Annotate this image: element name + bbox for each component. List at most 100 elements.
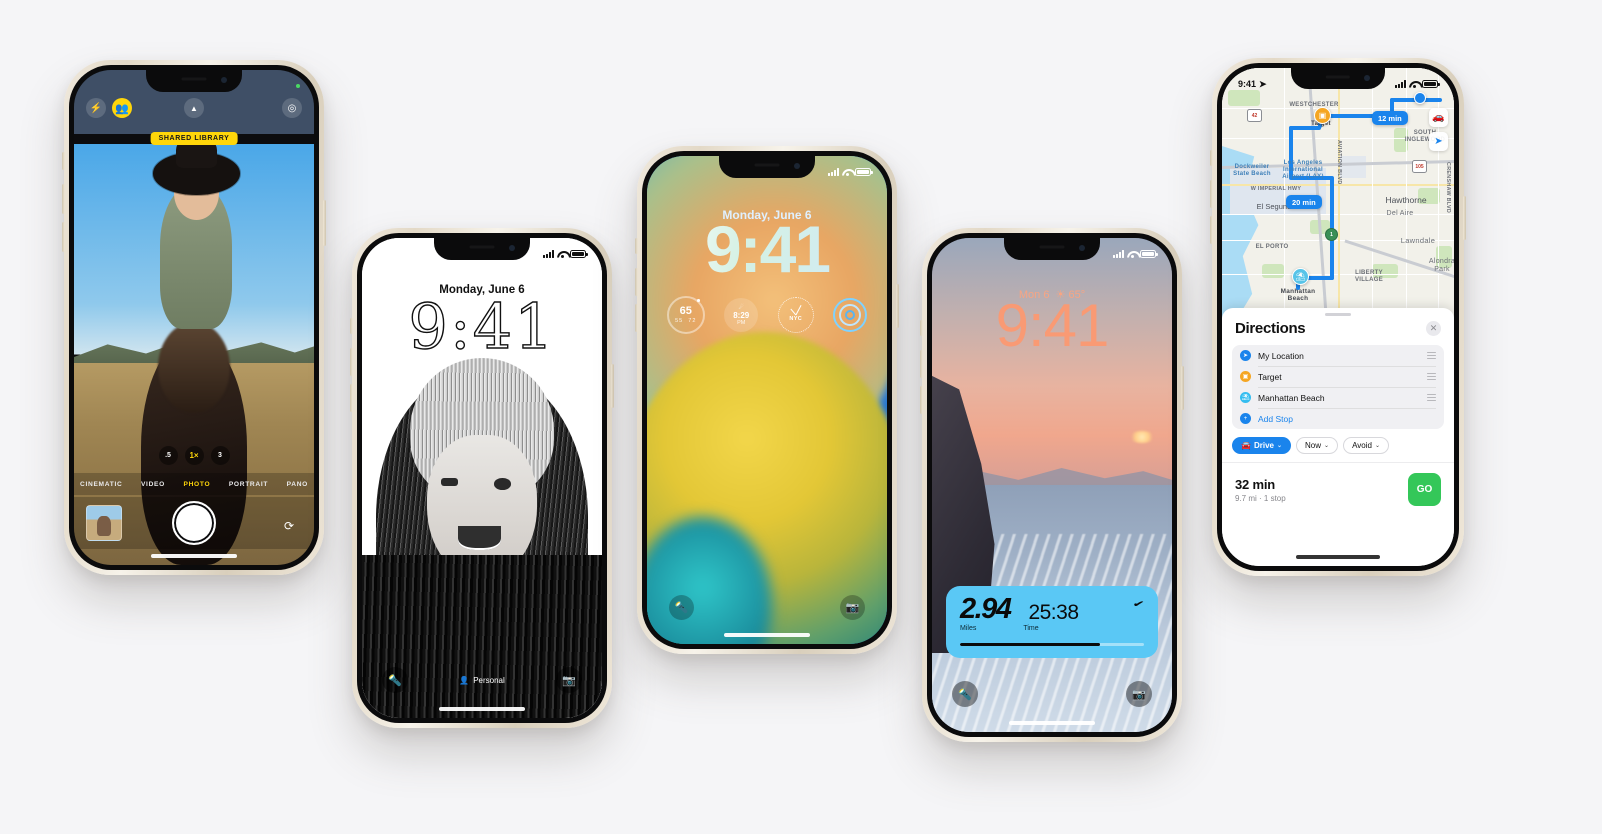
focus-status[interactable]: 👤 Personal (459, 676, 505, 685)
iphone-lockscreen-bw-device: Monday, June 6 9:41 🔦 👤 Personal 📷 (350, 228, 614, 728)
close-icon[interactable]: ✕ (1426, 321, 1441, 336)
flashlight-icon[interactable]: 🔦 (669, 594, 694, 620)
mode-portrait[interactable]: PORTRAIT (229, 481, 268, 488)
chip-label: Now (1305, 441, 1322, 450)
mode-photo[interactable]: PHOTO (183, 481, 210, 488)
world-clock-widget[interactable]: NYC (777, 297, 814, 333)
add-stop-row[interactable]: + Add Stop (1232, 408, 1444, 429)
home-indicator[interactable] (724, 633, 810, 637)
shutter-button[interactable] (172, 501, 216, 545)
eta-pill-12min[interactable]: 12 min (1372, 111, 1408, 125)
eta-pill-20min[interactable]: 20 min (1286, 195, 1322, 209)
volume-down-button[interactable] (62, 222, 65, 252)
location-arrow-icon: ➤ (1259, 78, 1267, 89)
route-duration: 32 min (1235, 476, 1275, 492)
map-label-liberty-village: LIBERTY VILLAGE (1354, 270, 1384, 283)
volume-up-button[interactable] (1210, 180, 1213, 208)
sun (1129, 430, 1156, 443)
filter-chips: 🚘 Drive ⌄ Now ⌄ Avoid ⌄ (1222, 429, 1454, 462)
volume-up-button[interactable] (920, 350, 923, 378)
stop-row-target[interactable]: ▣ Target (1232, 366, 1444, 387)
live-photo-icon[interactable]: ◎ (282, 98, 302, 118)
front-camera-icon (1363, 74, 1370, 81)
earpiece-speaker (469, 245, 495, 249)
side-button[interactable] (896, 284, 899, 328)
target-pin[interactable]: ▣ (1314, 107, 1331, 124)
notch (1004, 238, 1100, 260)
activity-rings-widget[interactable] (833, 298, 868, 332)
camera-icon[interactable]: 📷 (840, 594, 865, 620)
volume-down-button[interactable] (920, 386, 923, 414)
sunset-widget[interactable]: ☄ 8:29 PM (724, 298, 759, 332)
zoom-option-1[interactable]: 1× (184, 446, 204, 465)
drag-handle-icon[interactable] (1427, 394, 1436, 401)
go-button[interactable]: GO (1408, 473, 1441, 506)
lock-time: 9:41 (647, 216, 887, 282)
side-button[interactable] (1463, 196, 1466, 240)
camera-icon[interactable]: 📷 (1126, 681, 1152, 707)
sun-dot-icon (697, 299, 700, 302)
volume-down-button[interactable] (635, 304, 638, 332)
nike-run-club-widget[interactable]: ✔ 2.94 25:38 Miles Time (946, 586, 1158, 658)
sheet-grabber[interactable] (1325, 313, 1351, 316)
mute-switch[interactable] (1210, 150, 1213, 166)
traffic-icon[interactable]: 🚗 (1429, 108, 1448, 127)
mode-cinematic[interactable]: CINEMATIC (80, 481, 122, 488)
world-clock-label: NYC (789, 315, 803, 322)
iphone-lockscreen-widgets-device: Monday, June 6 9:41 65 55 72 ☄ 8:29 PM N… (635, 146, 899, 654)
map-label-westchester: WESTCHESTER (1289, 102, 1339, 108)
volume-up-button[interactable] (635, 268, 638, 296)
signal-icon (543, 250, 554, 258)
shared-library-icon[interactable]: 👥 (112, 98, 132, 118)
chevron-up-icon[interactable]: ▲ (184, 98, 204, 118)
iphone-lockscreen-nike-device: Mon 6 ☀ 65° 9:41 ✔ 2.94 25:38 Miles Time… (920, 228, 1184, 742)
zoom-selector[interactable]: .5 1× 3 (74, 446, 314, 465)
chip-now[interactable]: Now ⌄ (1296, 437, 1339, 454)
camera-screen: ⚡ 👥 ▲ ◎ SHARED LIBRARY .5 1× 3 CINEMATIC… (74, 70, 314, 565)
chip-avoid[interactable]: Avoid ⌄ (1343, 437, 1389, 454)
home-indicator[interactable] (1296, 555, 1380, 559)
drag-handle-icon[interactable] (1427, 373, 1436, 380)
manhattan-beach-pin[interactable]: ⛱ (1292, 268, 1309, 285)
mute-switch[interactable] (920, 320, 923, 336)
volume-down-button[interactable] (350, 384, 353, 412)
flashlight-icon[interactable]: 🔦 (382, 667, 408, 693)
flash-icon[interactable]: ⚡ (86, 98, 106, 118)
volume-down-button[interactable] (1210, 216, 1213, 244)
notch (434, 238, 530, 260)
wifi-icon (1409, 80, 1419, 88)
flashlight-icon[interactable]: 🔦 (952, 681, 978, 707)
photo-thumbnail[interactable] (86, 505, 122, 541)
zoom-option-0[interactable]: .5 (158, 446, 178, 465)
side-button[interactable] (1181, 366, 1184, 410)
camera-icon[interactable]: 📷 (555, 667, 582, 693)
weather-widget[interactable]: 65 55 72 (666, 296, 705, 334)
stop-row-my-location[interactable]: ➤ My Location (1232, 345, 1444, 366)
flip-camera-icon[interactable]: ⟳ (278, 515, 300, 537)
stop-row-manhattan-beach[interactable]: ⛱ Manhattan Beach (1232, 387, 1444, 408)
chip-drive[interactable]: 🚘 Drive ⌄ (1232, 437, 1292, 454)
status-indicators (543, 250, 588, 258)
drag-handle-icon[interactable] (1427, 352, 1436, 359)
weather-temp: 65 (679, 305, 692, 317)
mute-switch[interactable] (62, 152, 65, 170)
mute-switch[interactable] (350, 318, 353, 334)
nike-values: 2.94 25:38 (960, 595, 1144, 624)
side-button[interactable] (611, 364, 614, 408)
mode-video[interactable]: VIDEO (141, 481, 165, 488)
volume-up-button[interactable] (350, 348, 353, 376)
home-indicator[interactable] (439, 707, 525, 711)
stop-label: My Location (1258, 350, 1304, 361)
side-button[interactable] (323, 200, 326, 246)
zoom-option-2[interactable]: 3 (210, 446, 230, 465)
mode-pano[interactable]: PANO (287, 481, 308, 488)
volume-up-button[interactable] (62, 184, 65, 214)
home-indicator[interactable] (1009, 721, 1095, 725)
mute-switch[interactable] (635, 238, 638, 254)
battery-icon (1140, 250, 1158, 258)
map-canvas[interactable]: ▣ ⛱ 42 1 105 12 min 20 min WESTCHESTER T… (1222, 68, 1454, 318)
camera-mode-selector[interactable]: CINEMATIC VIDEO PHOTO PORTRAIT PANO (74, 473, 314, 495)
locate-icon[interactable]: ➤ (1429, 132, 1448, 151)
route-summary-row[interactable]: 32 min 9.7 mi · 1 stop GO (1222, 462, 1454, 516)
home-indicator[interactable] (151, 554, 237, 558)
